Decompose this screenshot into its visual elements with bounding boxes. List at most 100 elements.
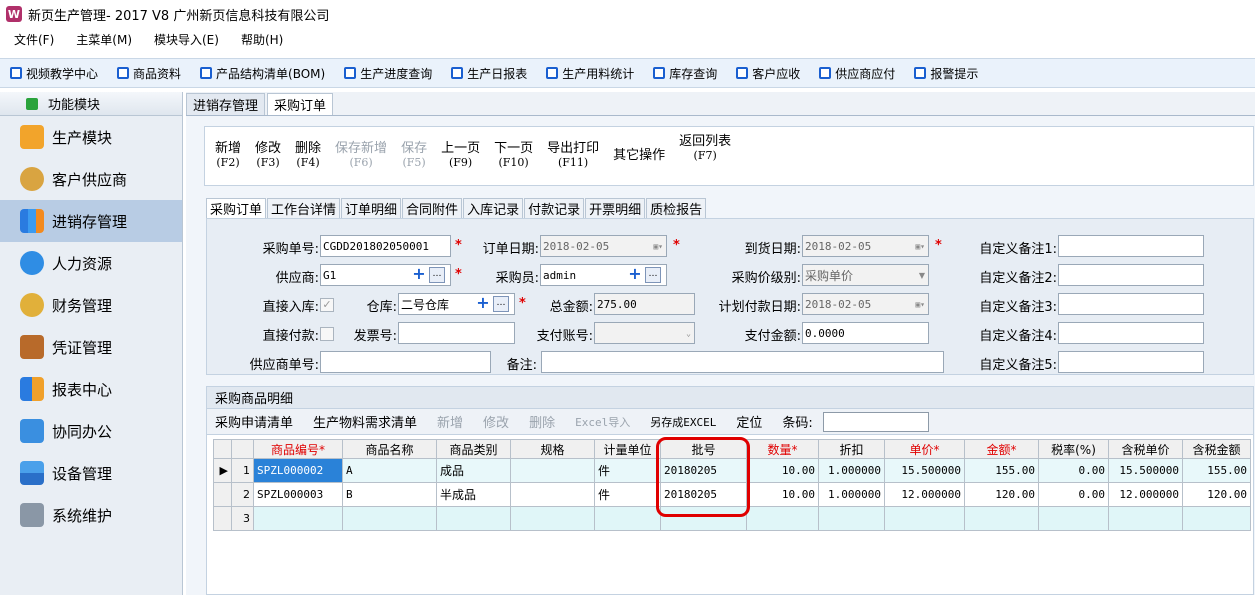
delete-button[interactable]: 删除 (F4) (295, 142, 321, 170)
cell-product-name[interactable]: A (342, 458, 437, 483)
col-tax-rate[interactable]: 税率(%) (1038, 439, 1109, 459)
cell-tax-rate[interactable] (1038, 506, 1109, 531)
barcode-input[interactable] (822, 411, 929, 432)
new-button[interactable]: 新增 (F2) (215, 142, 241, 170)
sidebar-item-inventory[interactable]: 进销存管理 (0, 200, 182, 242)
col-product-code[interactable]: 商品编号* (253, 439, 343, 459)
tab-qc-report[interactable]: 质检报告 (646, 198, 707, 218)
cell-amount[interactable] (964, 506, 1039, 531)
quicklink-progress[interactable]: 生产进度查询 (344, 65, 432, 82)
cell-product-category[interactable]: 成品 (436, 458, 511, 483)
cell-tax-unit-price[interactable] (1108, 506, 1183, 531)
sidebar-item-equipment[interactable]: 设备管理 (0, 452, 182, 494)
locate-button[interactable]: 定位 (736, 412, 762, 431)
tab-payments[interactable]: 付款记录 (524, 198, 585, 218)
calendar-dropdown-icon[interactable]: ▣▾ (915, 242, 925, 251)
quicklink-alerts[interactable]: 报警提示 (914, 65, 978, 82)
calendar-dropdown-icon[interactable]: ▣▾ (653, 242, 663, 251)
custom-note-3-field[interactable] (1058, 293, 1204, 315)
add-supplier-icon[interactable]: + (411, 266, 427, 283)
col-product-name[interactable]: 商品名称 (342, 439, 437, 459)
cell-spec[interactable] (510, 458, 595, 483)
quicklink-video[interactable]: 视频教学中心 (10, 65, 98, 82)
delete-row-button[interactable]: 删除 (529, 412, 555, 431)
cell-amount[interactable]: 120.00 (964, 482, 1039, 507)
cell-tax-amount[interactable]: 120.00 (1182, 482, 1251, 507)
col-discount[interactable]: 折扣 (818, 439, 885, 459)
cell-product-code[interactable]: SPZL000003 (253, 482, 343, 507)
cell-tax-rate[interactable]: 0.00 (1038, 458, 1109, 483)
calendar-dropdown-icon[interactable]: ▣▾ (915, 300, 925, 309)
browse-warehouse-button[interactable]: … (493, 296, 509, 312)
menu-help[interactable]: 帮助(H) (241, 31, 283, 48)
add-row-button[interactable]: 新增 (437, 412, 463, 431)
remark-field[interactable] (541, 351, 944, 373)
sidebar-item-system[interactable]: 系统维护 (0, 494, 182, 536)
cell-tax-amount[interactable] (1182, 506, 1251, 531)
order-no-field[interactable]: CGDD201802050001 (320, 235, 451, 257)
cell-product-code[interactable] (253, 506, 343, 531)
custom-note-5-field[interactable] (1058, 351, 1204, 373)
menu-module-import[interactable]: 模块导入(E) (154, 31, 219, 48)
arrival-date-field[interactable]: 2018-02-05 ▣▾ (802, 235, 929, 257)
back-to-list-button[interactable]: 返回列表 (F7) (679, 135, 731, 163)
cell-spec[interactable] (510, 506, 595, 531)
quicklink-daily-report[interactable]: 生产日报表 (451, 65, 527, 82)
col-tax-amount[interactable]: 含税金额 (1182, 439, 1251, 459)
tab-invoices[interactable]: 开票明细 (585, 198, 646, 218)
supplier-doc-field[interactable] (320, 351, 491, 373)
browse-supplier-button[interactable]: … (429, 267, 445, 283)
cell-unit-price[interactable]: 15.500000 (884, 458, 965, 483)
cell-unit[interactable] (594, 506, 661, 531)
edit-row-button[interactable]: 修改 (483, 412, 509, 431)
col-spec[interactable]: 规格 (510, 439, 595, 459)
cell-unit[interactable]: 件 (594, 482, 661, 507)
direct-pay-checkbox[interactable] (320, 327, 334, 341)
tab-receipts[interactable]: 入库记录 (463, 198, 524, 218)
next-page-button[interactable]: 下一页 (F10) (494, 142, 533, 170)
excel-import-button[interactable]: Excel导入 (575, 414, 630, 430)
sidebar-item-customers[interactable]: 客户供应商 (0, 158, 182, 200)
cell-quantity[interactable]: 10.00 (746, 482, 819, 507)
col-unit[interactable]: 计量单位 (594, 439, 661, 459)
menu-main[interactable]: 主菜单(M) (76, 31, 132, 48)
browse-buyer-button[interactable]: … (645, 267, 661, 283)
quicklink-bom[interactable]: 产品结构清单(BOM) (200, 65, 325, 82)
add-buyer-icon[interactable]: + (627, 266, 643, 283)
order-date-field[interactable]: 2018-02-05 ▣▾ (540, 235, 667, 257)
custom-note-4-field[interactable] (1058, 322, 1204, 344)
cell-tax-unit-price[interactable]: 12.000000 (1108, 482, 1183, 507)
tab-inventory-management[interactable]: 进销存管理 (186, 93, 266, 115)
tab-workbench[interactable]: 工作台详情 (267, 198, 341, 218)
sidebar-item-vouchers[interactable]: 凭证管理 (0, 326, 182, 368)
add-warehouse-icon[interactable]: + (475, 295, 491, 312)
cell-tax-unit-price[interactable]: 15.500000 (1108, 458, 1183, 483)
quicklink-inventory[interactable]: 库存查询 (653, 65, 717, 82)
cell-product-category[interactable]: 半成品 (436, 482, 511, 507)
other-actions-button[interactable]: 其它操作 (613, 149, 665, 163)
cell-quantity[interactable] (746, 506, 819, 531)
cell-quantity[interactable]: 10.00 (746, 458, 819, 483)
cell-discount[interactable]: 1.000000 (818, 482, 885, 507)
tab-purchase-order[interactable]: 采购订单 (267, 93, 334, 115)
quicklink-products[interactable]: 商品资料 (117, 65, 181, 82)
cell-product-category[interactable] (436, 506, 511, 531)
save-button[interactable]: 保存 (F5) (401, 142, 427, 170)
col-amount[interactable]: 金额* (964, 439, 1039, 459)
sidebar-item-production[interactable]: 生产模块 (0, 116, 182, 158)
sidebar-item-reports[interactable]: 报表中心 (0, 368, 182, 410)
cell-unit-price[interactable] (884, 506, 965, 531)
col-unit-price[interactable]: 单价* (884, 439, 965, 459)
plan-pay-date-field[interactable]: 2018-02-05 ▣▾ (802, 293, 929, 315)
tab-order-items[interactable]: 订单明细 (341, 198, 402, 218)
cell-product-code[interactable]: SPZL000002 (253, 458, 343, 483)
cell-discount[interactable]: 1.000000 (818, 458, 885, 483)
pay-account-select[interactable]: ⌄ (594, 322, 695, 344)
col-product-category[interactable]: 商品类别 (436, 439, 511, 459)
cell-tax-amount[interactable]: 155.00 (1182, 458, 1251, 483)
cell-amount[interactable]: 155.00 (964, 458, 1039, 483)
custom-note-2-field[interactable] (1058, 264, 1204, 286)
sidebar-item-hr[interactable]: 人力资源 (0, 242, 182, 284)
pay-amount-field[interactable]: 0.0000 (802, 322, 929, 344)
edit-button[interactable]: 修改 (F3) (255, 142, 281, 170)
